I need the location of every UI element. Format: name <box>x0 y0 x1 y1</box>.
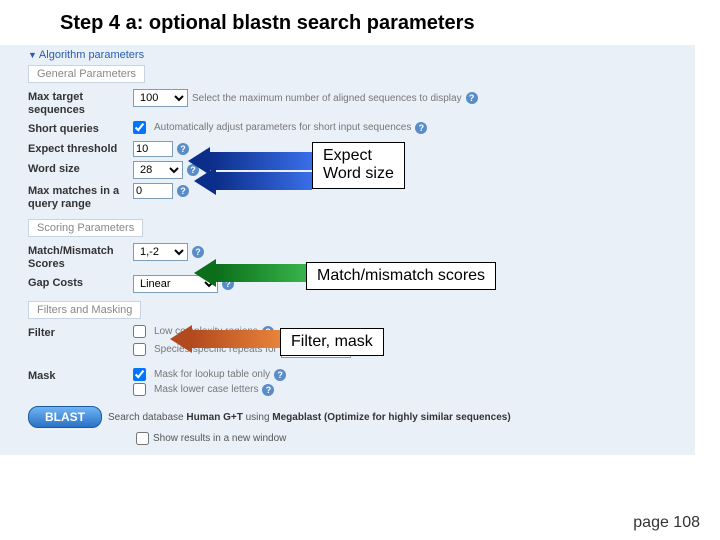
mask-label: Mask <box>28 368 133 383</box>
match-mismatch-select[interactable]: 1,-2 <box>133 243 188 261</box>
general-parameters-legend: General Parameters <box>28 65 145 83</box>
search-using-label: using <box>246 412 270 423</box>
mask-lower-checkbox[interactable] <box>133 383 146 396</box>
mask-lookup-checkbox[interactable] <box>133 368 146 381</box>
max-target-desc: Select the maximum number of aligned seq… <box>192 93 462 104</box>
species-repeats-checkbox[interactable] <box>133 343 146 356</box>
short-queries-checkbox[interactable] <box>133 121 146 134</box>
max-target-select[interactable]: 100 <box>133 89 188 107</box>
short-queries-label: Short queries <box>28 121 133 136</box>
help-icon[interactable]: ? <box>177 185 189 197</box>
wordsize-select[interactable]: 28 <box>133 161 183 179</box>
callout-match: Match/mismatch scores <box>306 262 496 290</box>
help-icon[interactable]: ? <box>262 384 274 396</box>
search-line: BLAST Search database Human G+T using Me… <box>28 406 685 428</box>
page-number: page 108 <box>633 514 700 532</box>
short-queries-row: Short queries Automatically adjust param… <box>28 119 685 138</box>
callout-expect-word: Expect Word size <box>312 142 405 189</box>
max-matches-input[interactable] <box>133 183 173 199</box>
max-target-label: Max target sequences <box>28 89 133 117</box>
search-prefix: Search <box>108 412 140 423</box>
expect-label: Expect threshold <box>28 141 133 156</box>
search-db-label: database <box>142 412 183 423</box>
show-new-label: Show results in a new window <box>153 433 286 444</box>
help-icon[interactable]: ? <box>466 92 478 104</box>
scoring-parameters-legend: Scoring Parameters <box>28 219 143 237</box>
mask-lower-desc: Mask lower case letters <box>154 384 258 395</box>
match-mismatch-label: Match/Mismatch Scores <box>28 243 133 271</box>
short-queries-desc: Automatically adjust parameters for shor… <box>154 122 411 133</box>
filters-masking-legend: Filters and Masking <box>28 301 141 319</box>
max-matches-label: Max matches in a query range <box>28 183 133 211</box>
algo-link-text: Algorithm parameters <box>39 49 144 61</box>
help-icon[interactable]: ? <box>192 246 204 258</box>
blast-button[interactable]: BLAST <box>28 406 102 428</box>
mask-lookup-desc: Mask for lookup table only <box>154 369 270 380</box>
show-new-row: Show results in a new window <box>28 432 685 445</box>
slide-title: Step 4 a: optional blastn search paramet… <box>0 0 720 45</box>
low-complexity-checkbox[interactable] <box>133 325 146 338</box>
search-db: Human G+T <box>186 412 242 423</box>
general-parameters-fieldset: General Parameters Max target sequences … <box>28 65 685 213</box>
gap-costs-label: Gap Costs <box>28 275 133 290</box>
max-target-row: Max target sequences 100 Select the maxi… <box>28 87 685 119</box>
show-new-checkbox[interactable] <box>136 432 149 445</box>
help-icon[interactable]: ? <box>415 122 427 134</box>
algorithm-parameters-link[interactable]: ▼ Algorithm parameters <box>28 49 685 61</box>
callout-filter: Filter, mask <box>280 328 384 356</box>
triangle-down-icon: ▼ <box>28 50 37 60</box>
help-icon[interactable]: ? <box>274 369 286 381</box>
expect-input[interactable] <box>133 141 173 157</box>
wordsize-label: Word size <box>28 161 133 176</box>
mask-row: Mask Mask for lookup table only ? Mask l… <box>28 366 685 398</box>
filter-label: Filter <box>28 325 133 340</box>
search-algo: Megablast (Optimize for highly similar s… <box>272 412 510 423</box>
form-area: ▼ Algorithm parameters General Parameter… <box>0 45 695 455</box>
